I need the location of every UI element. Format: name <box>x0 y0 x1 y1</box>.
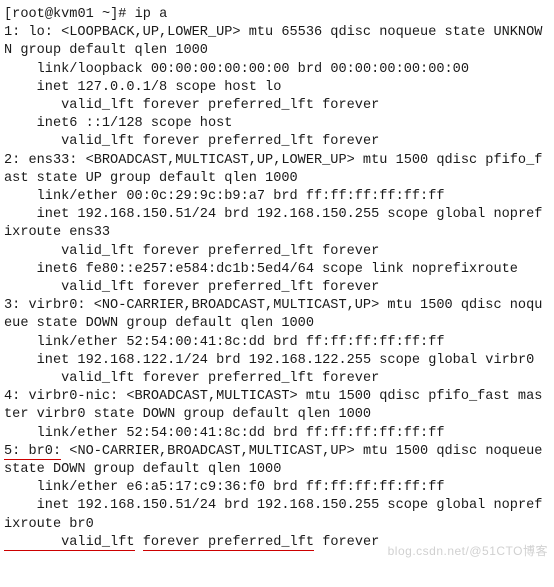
iface-ens33-header: 2: ens33: <BROADCAST,MULTICAST,UP,LOWER_… <box>4 153 542 186</box>
iface-br0-valid: valid_lft forever preferred_lft forever <box>4 535 379 551</box>
iface-lo-valid1: valid_lft forever preferred_lft forever <box>4 98 379 113</box>
iface-virbr0-header: 3: virbr0: <NO-CARRIER,BROADCAST,MULTICA… <box>4 298 542 331</box>
iface-br0-name: br0: <box>28 444 61 460</box>
iface-virbr0-valid1: valid_lft forever preferred_lft forever <box>4 371 379 386</box>
iface-ens33-valid2: valid_lft forever preferred_lft forever <box>4 280 379 295</box>
prompt-cwd: ~ <box>102 7 110 22</box>
iface-ens33-valid1: valid_lft forever preferred_lft forever <box>4 244 379 259</box>
iface-ens33-link: link/ether 00:0c:29:9c:b9:a7 brd ff:ff:f… <box>4 189 445 204</box>
iface-br0-inet: inet 192.168.150.51/24 brd 192.168.150.2… <box>4 498 542 531</box>
prompt-host: kvm01 <box>53 7 94 22</box>
shell-prompt: [root@kvm01 ~]# <box>4 7 135 22</box>
iface-ens33-inet: inet 192.168.150.51/24 brd 192.168.150.2… <box>4 207 542 240</box>
iface-br0-prefix: 5: <box>4 444 28 460</box>
iface-ens33-inet6: inet6 fe80::e257:e584:dc1b:5ed4/64 scope… <box>4 262 518 277</box>
iface-lo-inet6: inet6 ::1/128 scope host <box>4 116 232 131</box>
iface-br0-link: link/ether e6:a5:17:c9:36:f0 brd ff:ff:f… <box>4 480 445 495</box>
iface-br0-rest: <NO-CARRIER,BROADCAST,MULTICAST,UP> mtu … <box>4 444 551 477</box>
iface-br0-header: 5: br0: <NO-CARRIER,BROADCAST,MULTICAST,… <box>4 444 551 477</box>
iface-lo-link: link/loopback 00:00:00:00:00:00 brd 00:0… <box>4 62 469 77</box>
iface-virbr0nic-header: 4: virbr0-nic: <BROADCAST,MULTICAST> mtu… <box>4 389 542 422</box>
command-text: ip a <box>135 7 168 22</box>
prompt-user: root <box>12 7 45 22</box>
iface-virbr0-link: link/ether 52:54:00:41:8c:dd brd ff:ff:f… <box>4 335 445 350</box>
terminal-output: [root@kvm01 ~]# ip a 1: lo: <LOOPBACK,UP… <box>0 0 554 558</box>
iface-lo-header: 1: lo: <LOOPBACK,UP,LOWER_UP> mtu 65536 … <box>4 25 542 58</box>
iface-lo-inet: inet 127.0.0.1/8 scope host lo <box>4 80 281 95</box>
iface-virbr0-inet: inet 192.168.122.1/24 brd 192.168.122.25… <box>4 353 534 368</box>
prompt-symbol: # <box>118 7 126 22</box>
iface-lo-valid2: valid_lft forever preferred_lft forever <box>4 134 379 149</box>
iface-virbr0nic-link: link/ether 52:54:00:41:8c:dd brd ff:ff:f… <box>4 426 445 441</box>
